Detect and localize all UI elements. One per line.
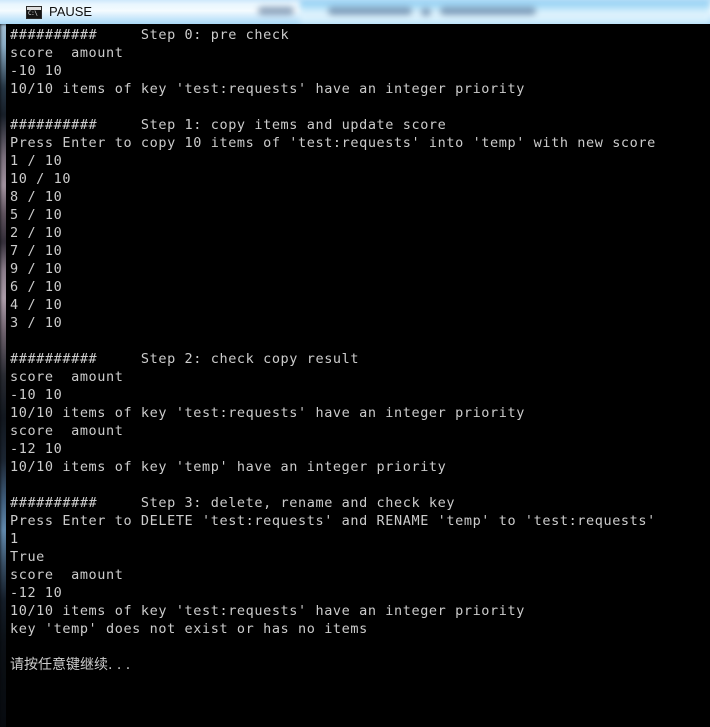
console-line: 10 / 10 bbox=[10, 171, 72, 187]
console-line: 10/10 items of key 'test:requests' have … bbox=[10, 603, 525, 619]
window-left-edge bbox=[0, 24, 9, 727]
console-line: True bbox=[10, 549, 45, 565]
console-line: -12 10 bbox=[10, 441, 63, 457]
console-line: 3 / 10 bbox=[10, 315, 63, 331]
desktop-background: C:\ PAUSE ########## Step 0: pre check sc… bbox=[0, 0, 710, 727]
console-line: 2 / 10 bbox=[10, 225, 63, 241]
console-line: -12 10 bbox=[10, 585, 63, 601]
window-title: PAUSE bbox=[49, 4, 93, 19]
titlebar-smudge-3 bbox=[421, 8, 431, 16]
console-client-area[interactable]: ########## Step 0: pre check score amount… bbox=[9, 24, 710, 727]
console-line: 10/10 items of key 'test:requests' have … bbox=[10, 81, 525, 97]
console-line: ########## Step 1: copy items and update… bbox=[10, 117, 447, 133]
console-line: Press Enter to DELETE 'test:requests' an… bbox=[10, 513, 656, 529]
console-line: score amount bbox=[10, 423, 124, 439]
console-line: score amount bbox=[10, 45, 124, 61]
console-icon: C:\ bbox=[26, 6, 42, 19]
console-line: 4 / 10 bbox=[10, 297, 63, 313]
console-line: 8 / 10 bbox=[10, 189, 63, 205]
console-line: score amount bbox=[10, 567, 124, 583]
console-line: -10 10 bbox=[10, 387, 63, 403]
console-line: 1 / 10 bbox=[10, 153, 63, 169]
console-line: 6 / 10 bbox=[10, 279, 63, 295]
console-line: 10/10 items of key 'temp' have an intege… bbox=[10, 459, 447, 475]
console-line: 1 bbox=[10, 531, 19, 547]
console-line: 9 / 10 bbox=[10, 261, 63, 277]
console-line: key 'temp' does not exist or has no item… bbox=[10, 621, 368, 637]
console-line: 5 / 10 bbox=[10, 207, 63, 223]
console-line: -10 10 bbox=[10, 63, 63, 79]
console-line: score amount bbox=[10, 369, 124, 385]
console-output: ########## Step 0: pre check score amount… bbox=[10, 26, 710, 674]
console-line: ########## Step 3: delete, rename and ch… bbox=[10, 495, 456, 511]
console-line: 7 / 10 bbox=[10, 243, 63, 259]
titlebar-smudge-4 bbox=[440, 7, 536, 15]
console-line: ########## Step 0: pre check bbox=[10, 27, 290, 43]
console-line: Press Enter to copy 10 items of 'test:re… bbox=[10, 135, 656, 151]
console-line: 请按任意键继续. . . bbox=[10, 657, 131, 673]
titlebar-smudge-1 bbox=[258, 7, 294, 15]
console-line: ########## Step 2: check copy result bbox=[10, 351, 360, 367]
console-line: 10/10 items of key 'test:requests' have … bbox=[10, 405, 525, 421]
console-icon-prompt: C:\ bbox=[28, 10, 38, 17]
window-titlebar[interactable]: C:\ PAUSE bbox=[0, 0, 710, 24]
titlebar-smudge-2 bbox=[328, 7, 412, 15]
